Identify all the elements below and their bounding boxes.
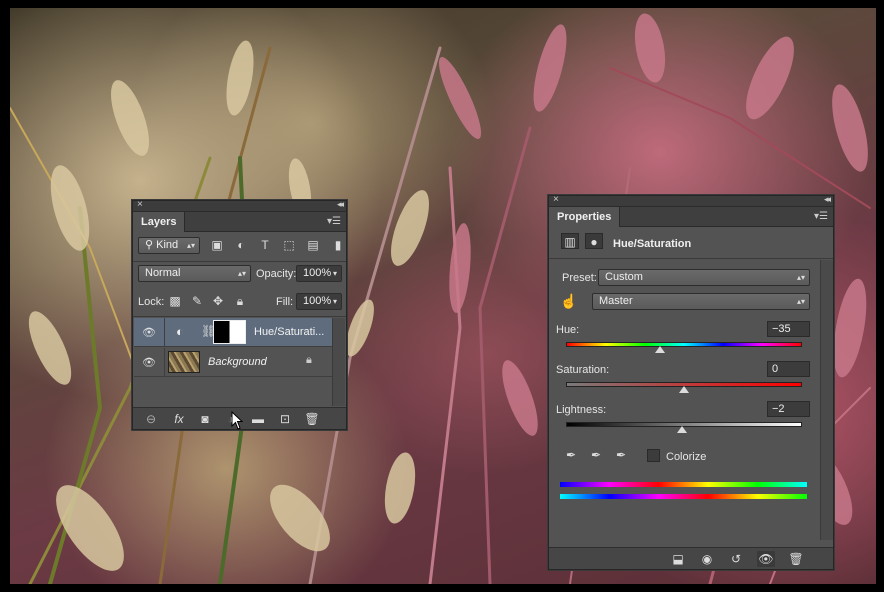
layers-panel-topbar: × ◂◂	[133, 199, 346, 212]
opacity-value: 100%	[303, 267, 332, 279]
layer-name[interactable]: Background	[208, 356, 267, 368]
panel-menu-icon[interactable]: ▾☰	[327, 216, 341, 227]
shape-filter-icon[interactable]: ⬚	[280, 237, 298, 253]
reset-icon[interactable]: ↺	[727, 551, 745, 567]
collapse-icon[interactable]: ◂◂	[824, 194, 831, 205]
preset-label: Preset:	[562, 272, 597, 284]
hue-label: Hue:	[556, 324, 580, 336]
add-mask-icon[interactable]: ◙	[196, 411, 214, 427]
close-icon[interactable]: ×	[553, 194, 559, 205]
layer-mask-thumbnail[interactable]	[213, 320, 246, 344]
filter-kind-select[interactable]: ⚲ Kind ▴▾	[138, 237, 200, 254]
hue-value-field[interactable]: −35	[767, 321, 810, 337]
pixel-filter-icon[interactable]: ▣	[208, 237, 226, 253]
divider	[133, 261, 346, 262]
channel-value: Master	[599, 295, 633, 307]
lock-transparency-icon[interactable]: ▩	[166, 293, 184, 309]
lock-icon: 🔒︎	[306, 354, 312, 366]
fill-field[interactable]: 100% ▾	[296, 293, 342, 310]
panel-menu-icon[interactable]: ▾☰	[814, 211, 828, 222]
opacity-label: Opacity:	[256, 268, 297, 280]
updown-arrow-icon: ▴▾	[796, 273, 805, 282]
layers-scrollbar[interactable]	[332, 318, 345, 406]
input-color-bar	[560, 482, 807, 487]
layer-row-background[interactable]: 👁︎ Background 🔒︎	[134, 348, 332, 377]
hue-slider-track[interactable]	[566, 342, 802, 347]
lightness-slider-thumb[interactable]	[676, 426, 687, 433]
layers-tabbar: Layers ▾☰	[133, 212, 346, 232]
hue-slider-thumb[interactable]	[655, 346, 666, 353]
mouse-cursor-icon	[231, 411, 244, 430]
updown-arrow-icon: ▴▾	[186, 241, 195, 250]
targeted-adjustment-hand-icon[interactable]: ☝	[560, 293, 578, 309]
fill-value: 100%	[303, 295, 332, 307]
saturation-label: Saturation:	[556, 364, 610, 376]
filter-toggle-icon[interactable]: ▮	[329, 237, 347, 253]
opacity-field[interactable]: 100% ▾	[296, 265, 342, 282]
divider	[133, 316, 346, 317]
channel-select[interactable]: Master ▴▾	[592, 293, 810, 310]
preset-value: Custom	[605, 271, 643, 283]
properties-scrollbar[interactable]	[820, 260, 833, 540]
blend-mode-select[interactable]: Normal ▴▾	[138, 265, 251, 282]
eye-visibility-icon[interactable]: 👁︎	[142, 326, 156, 339]
close-icon[interactable]: ×	[137, 199, 143, 210]
lock-pixels-brush-icon[interactable]: ✎	[188, 293, 206, 309]
layer-name[interactable]: Hue/Saturati...	[254, 326, 324, 338]
trash-icon[interactable]: 🗑︎	[303, 411, 321, 427]
properties-panel: × ◂◂ Properties ▾☰ ▥ ● Hue/Saturation Pr…	[548, 194, 834, 570]
type-filter-icon[interactable]: T	[256, 237, 274, 253]
eye-visibility-icon[interactable]: 👁︎	[142, 356, 156, 369]
colorize-checkbox[interactable]	[647, 449, 660, 462]
colorize-label: Colorize	[666, 451, 707, 463]
layers-panel: × ◂◂ Layers ▾☰ ⚲ Kind ▴▾ ▣ ◐ T ⬚ ▤ ▮ Nor…	[132, 199, 347, 430]
adjustment-icon[interactable]: ▥	[561, 233, 579, 249]
tab-layers[interactable]: Layers	[133, 212, 186, 232]
divider	[164, 348, 165, 377]
dropdown-arrow-icon: ▾	[332, 297, 337, 306]
link-layers-icon[interactable]: ⊖	[142, 411, 160, 427]
adjustment-layer-icon: ◐	[176, 324, 184, 339]
blend-mode-value: Normal	[145, 267, 181, 279]
clip-to-layer-icon[interactable]: ⬓	[669, 551, 687, 567]
saturation-value-field[interactable]: 0	[767, 361, 810, 377]
saturation-slider-thumb[interactable]	[679, 386, 689, 393]
divider	[549, 258, 833, 259]
trash-icon[interactable]: 🗑︎	[787, 551, 805, 567]
lock-all-icon[interactable]: 🔒︎	[231, 293, 249, 309]
layer-thumbnail[interactable]	[168, 351, 200, 373]
properties-bottom-toolbar: ⬓ ◉ ↺ 👁︎ 🗑︎	[549, 547, 833, 569]
properties-tabbar: Properties ▾☰	[549, 207, 833, 227]
eyedropper-minus-icon[interactable]: ✒	[612, 447, 630, 463]
properties-panel-topbar: × ◂◂	[549, 194, 833, 207]
fx-icon[interactable]: fx	[170, 411, 188, 427]
updown-arrow-icon: ▴▾	[796, 297, 805, 306]
tab-properties[interactable]: Properties	[549, 207, 621, 227]
fill-label: Fill:	[276, 296, 294, 308]
adjustment-filter-icon[interactable]: ◐	[232, 237, 250, 253]
search-icon: ⚲	[145, 239, 157, 251]
divider	[164, 318, 165, 347]
new-group-folder-icon[interactable]: ▬	[249, 411, 267, 427]
output-color-bar	[560, 494, 807, 499]
lightness-label: Lightness:	[556, 404, 607, 416]
updown-arrow-icon: ▴▾	[237, 269, 246, 278]
smart-object-filter-icon[interactable]: ▤	[304, 237, 322, 253]
preset-select[interactable]: Custom ▴▾	[598, 269, 810, 286]
new-layer-icon[interactable]: ⊡	[276, 411, 294, 427]
eyedropper-icon[interactable]: ✒	[562, 447, 580, 463]
view-previous-state-icon[interactable]: ◉	[698, 551, 716, 567]
lightness-value-field[interactable]: −2	[767, 401, 810, 417]
filter-kind-value: Kind	[156, 239, 179, 251]
lock-position-move-icon[interactable]: ✥	[209, 293, 227, 309]
lock-label: Lock:	[138, 296, 165, 308]
mask-icon[interactable]: ●	[585, 233, 603, 249]
eyedropper-plus-icon[interactable]: ✒	[587, 447, 605, 463]
adjustment-title: Hue/Saturation	[613, 238, 692, 250]
toggle-visibility-eye-icon[interactable]: 👁︎	[757, 551, 775, 567]
dropdown-arrow-icon: ▾	[332, 269, 337, 278]
layer-row-hue-saturation[interactable]: 👁︎ ◐ ⛓︎ Hue/Saturati...	[134, 318, 332, 347]
collapse-icon[interactable]: ◂◂	[337, 199, 344, 210]
